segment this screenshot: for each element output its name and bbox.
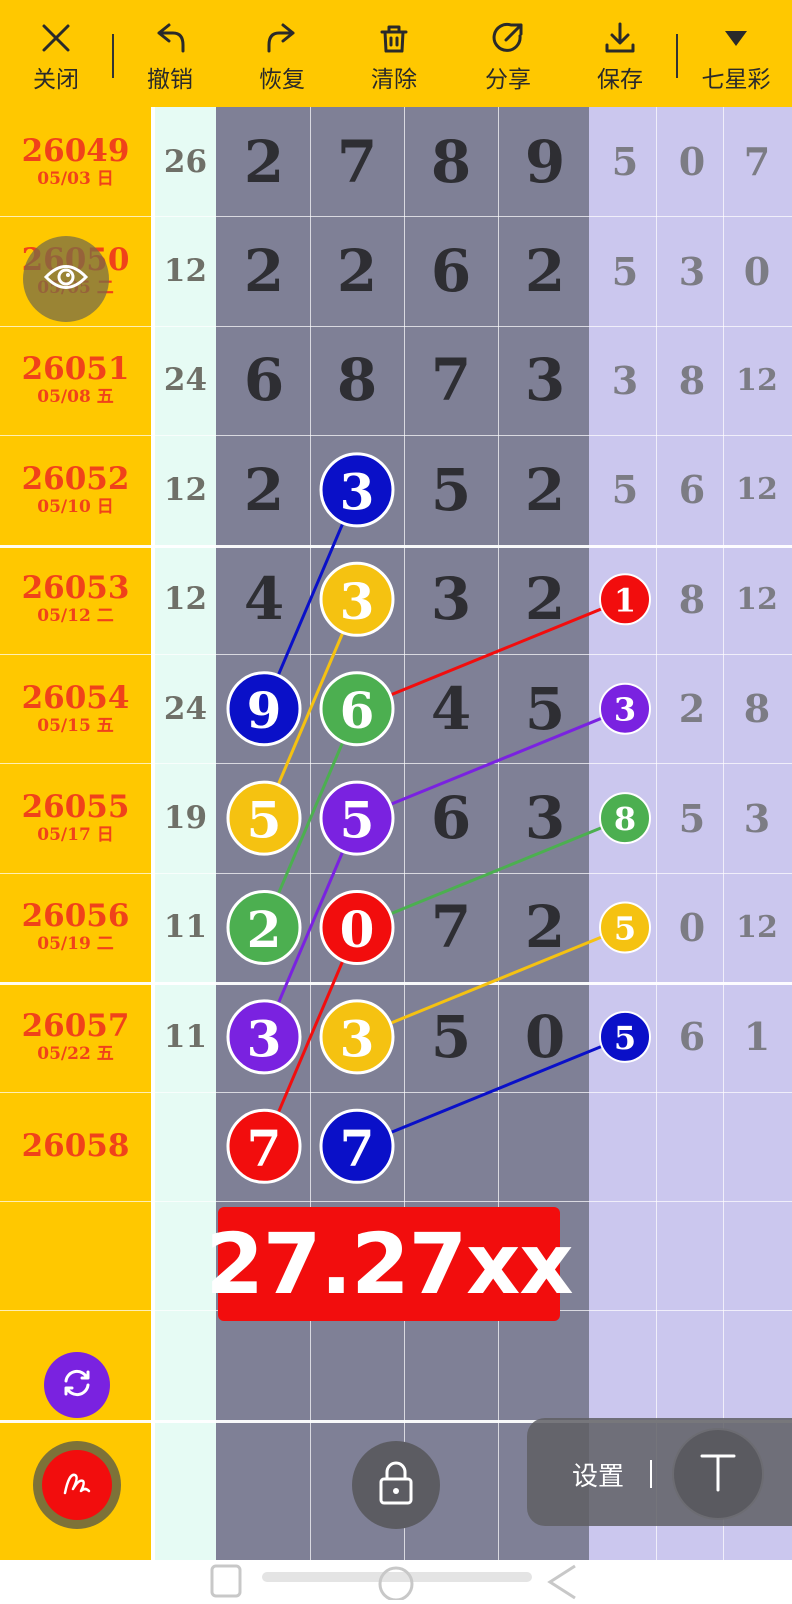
trend-link-line: [356, 707, 626, 820]
highlight-ball[interactable]: 1: [599, 573, 651, 626]
text-tool-button[interactable]: [672, 1428, 764, 1520]
settings-button[interactable]: 设置: [572, 1456, 624, 1493]
ball-digit: 1: [614, 581, 636, 619]
highlight-ball[interactable]: 0: [319, 890, 395, 965]
highlight-ball[interactable]: 3: [319, 452, 395, 528]
ball-digit: 6: [340, 681, 375, 740]
ball-digit: 3: [247, 1009, 282, 1068]
ball-digit: 7: [247, 1119, 282, 1178]
pen-icon: [59, 1465, 95, 1505]
highlight-ball[interactable]: 3: [226, 999, 302, 1075]
ball-digit: 2: [247, 900, 282, 959]
ball-digit: 9: [247, 681, 282, 740]
highlight-ball[interactable]: 5: [226, 780, 302, 856]
ball-digit: 5: [247, 791, 282, 850]
highlight-ball[interactable]: 7: [226, 1108, 302, 1184]
settings-divider: [650, 1460, 652, 1488]
eye-icon: [43, 262, 89, 296]
highlight-ball[interactable]: 3: [599, 682, 651, 735]
highlight-ball[interactable]: 3: [319, 561, 395, 637]
ball-digit: 5: [614, 1019, 636, 1057]
highlight-ball[interactable]: 5: [319, 780, 395, 856]
trend-link-line: [356, 816, 626, 929]
ball-digit: 5: [340, 791, 375, 850]
highlight-ball[interactable]: 2: [226, 890, 302, 965]
ball-digit: 8: [614, 800, 636, 838]
settings-panel: 设置: [527, 1418, 792, 1526]
highlight-ball[interactable]: 5: [599, 1010, 651, 1063]
eye-toggle-button[interactable]: [23, 236, 109, 322]
highlight-ball[interactable]: 6: [319, 671, 395, 747]
ball-digit: 3: [340, 1009, 375, 1068]
trend-link-line: [356, 1035, 626, 1148]
highlight-ball[interactable]: 5: [599, 901, 651, 954]
highlight-ball[interactable]: 9: [226, 671, 302, 747]
highlight-ball[interactable]: 7: [319, 1108, 395, 1184]
pen-button[interactable]: [33, 1441, 121, 1529]
ball-digit: 3: [614, 691, 636, 729]
text-icon: [696, 1450, 740, 1498]
system-nav-bar: [0, 1560, 792, 1602]
lock-button[interactable]: [352, 1441, 440, 1529]
ball-digit: 0: [340, 900, 375, 959]
trend-link-line: [356, 597, 626, 711]
result-badge: 27.27xx: [205, 1207, 574, 1321]
ball-digit: 5: [614, 910, 636, 948]
highlight-ball[interactable]: 3: [319, 999, 395, 1075]
trend-link-line: [356, 926, 626, 1039]
nav-recents-icon: [210, 1564, 242, 1598]
nav-home-bar: [262, 1572, 532, 1582]
ball-digit: 3: [340, 572, 375, 631]
refresh-button[interactable]: [44, 1352, 110, 1418]
ball-digit: 7: [340, 1119, 375, 1178]
lock-icon: [376, 1459, 416, 1511]
nav-back-icon: [547, 1564, 576, 1600]
ball-digit: 3: [340, 462, 375, 521]
trend-overlay: 33 19 6 35 5 82 0 53 3 57 7: [226, 452, 651, 1184]
highlight-ball[interactable]: 8: [599, 792, 651, 845]
refresh-icon: [60, 1366, 94, 1404]
